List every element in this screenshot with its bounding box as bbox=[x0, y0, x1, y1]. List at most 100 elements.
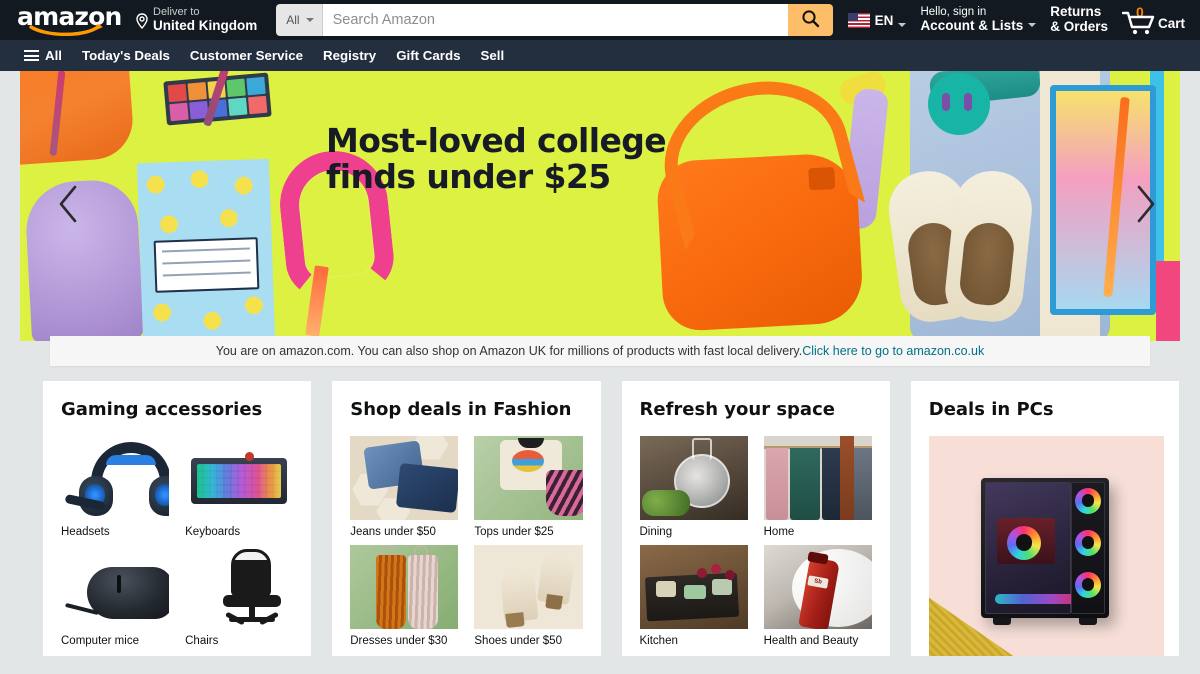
hamburger-menu-icon bbox=[24, 50, 39, 61]
amazon-logo-mark: amazon bbox=[17, 3, 122, 37]
tile-home[interactable]: Home bbox=[763, 435, 872, 540]
shoes-image bbox=[474, 545, 583, 630]
hero-headline-line2: finds under $25 bbox=[326, 156, 611, 196]
hero-headline: Most-loved college finds under $25 bbox=[326, 121, 667, 196]
tile-caption: Health and Beauty bbox=[763, 635, 859, 648]
tops-image bbox=[474, 435, 583, 520]
search-submit-button[interactable] bbox=[787, 4, 833, 36]
tile-keyboards[interactable]: Keyboards bbox=[185, 435, 294, 540]
hero-next-button[interactable] bbox=[1120, 71, 1170, 341]
tile-headsets[interactable]: Headsets bbox=[61, 435, 170, 540]
tile-dresses[interactable]: Dresses under $30 bbox=[350, 545, 459, 649]
search-input[interactable] bbox=[322, 4, 788, 36]
returns-and-orders[interactable]: Returns & Orders bbox=[1043, 3, 1115, 37]
amazon-logo[interactable]: amazon bbox=[10, 3, 126, 37]
search-category-dropdown[interactable]: All bbox=[276, 4, 323, 36]
tile-caption: Home bbox=[763, 525, 795, 538]
dresses-image bbox=[350, 545, 459, 630]
amazon-smile-icon bbox=[29, 23, 105, 36]
card-title: Shop deals in Fashion bbox=[350, 399, 572, 420]
card-title: Refresh your space bbox=[639, 399, 835, 420]
hero-prop-orange-belt-bag bbox=[655, 151, 865, 333]
hero-banner[interactable]: Most-loved college finds under $25 bbox=[20, 71, 1180, 341]
tile-tops[interactable]: Tops under $25 bbox=[474, 435, 583, 540]
tile-caption: Chairs bbox=[185, 635, 219, 648]
tile-caption: Computer mice bbox=[61, 635, 139, 648]
hero-prop-smiley-notebook bbox=[136, 158, 276, 341]
tile-caption: Headsets bbox=[61, 525, 110, 538]
site-header: amazon Deliver to United Kingdom All Sea… bbox=[0, 0, 1200, 40]
chevron-down-icon bbox=[1028, 22, 1037, 27]
tile-chairs[interactable]: Chairs bbox=[185, 545, 294, 649]
chair-image bbox=[185, 545, 294, 630]
search-bar[interactable]: All bbox=[276, 4, 833, 36]
tile-caption: Keyboards bbox=[185, 525, 241, 538]
deliver-to-label: Deliver to bbox=[153, 6, 200, 19]
hero-prev-button[interactable] bbox=[44, 71, 94, 341]
health-beauty-image: Sb bbox=[763, 545, 872, 630]
hero-background bbox=[20, 71, 1180, 341]
content-container: Most-loved college finds under $25 You a… bbox=[20, 71, 1180, 656]
page-body: Most-loved college finds under $25 You a… bbox=[0, 71, 1200, 674]
headset-image bbox=[61, 435, 170, 520]
deliver-to-selector[interactable]: Deliver to United Kingdom bbox=[128, 3, 264, 37]
jeans-image bbox=[350, 435, 459, 520]
card-gaming-accessories: Gaming accessories Headsets Keyboards Co… bbox=[43, 381, 312, 656]
hero-prop-smiley-patch bbox=[928, 73, 990, 135]
deliver-to-country: United Kingdom bbox=[153, 17, 258, 33]
account-greeting: Hello, sign in bbox=[920, 6, 987, 19]
account-label: Account & Lists bbox=[920, 17, 1024, 33]
home-image bbox=[763, 435, 872, 520]
keyboard-image bbox=[185, 435, 294, 520]
tile-caption: Jeans under $50 bbox=[350, 525, 436, 538]
nav-item-customer-service[interactable]: Customer Service bbox=[180, 43, 313, 68]
kitchen-image bbox=[639, 545, 748, 630]
tile-dining[interactable]: Dining bbox=[639, 435, 748, 540]
nav-item-gift-cards[interactable]: Gift Cards bbox=[386, 43, 470, 68]
tile-caption: Dining bbox=[639, 525, 673, 538]
card-shop-deals-in-fashion: Shop deals in Fashion Jeans under $50 To… bbox=[332, 381, 601, 656]
orders-label: & Orders bbox=[1050, 19, 1108, 34]
cart-label: Cart bbox=[1157, 16, 1185, 31]
search-icon bbox=[801, 9, 820, 31]
nav-item-all[interactable]: All bbox=[14, 43, 72, 68]
tile-jeans[interactable]: Jeans under $50 bbox=[350, 435, 459, 540]
language-label: EN bbox=[874, 12, 894, 28]
locale-notice-link[interactable]: Click here to go to amazon.co.uk bbox=[802, 344, 984, 358]
hero-headline-line1: Most-loved college bbox=[326, 121, 667, 160]
us-flag-icon bbox=[847, 12, 870, 28]
chevron-right-icon bbox=[1132, 183, 1158, 230]
tile-health-and-beauty[interactable]: Sb Health and Beauty bbox=[763, 545, 872, 649]
cart-button[interactable]: 0 Cart bbox=[1115, 3, 1192, 37]
tile-shoes[interactable]: Shoes under $50 bbox=[474, 545, 583, 649]
shopping-cart-icon: 0 bbox=[1121, 4, 1156, 35]
card-refresh-your-space: Refresh your space Dining Home Kitchen S… bbox=[621, 381, 890, 656]
account-and-lists[interactable]: Hello, sign in Account & Lists bbox=[913, 3, 1043, 37]
card-title: Deals in PCs bbox=[928, 399, 1054, 420]
chevron-down-icon bbox=[305, 18, 314, 22]
returns-label: Returns bbox=[1050, 4, 1102, 20]
tile-kitchen[interactable]: Kitchen bbox=[639, 545, 748, 649]
category-card-row: Gaming accessories Headsets Keyboards Co… bbox=[43, 381, 1179, 656]
card-tile-grid: Jeans under $50 Tops under $25 Dresses u… bbox=[350, 435, 583, 650]
dining-image bbox=[639, 435, 748, 520]
chevron-left-icon bbox=[56, 183, 82, 230]
locale-notice-text: You are on amazon.com. You can also shop… bbox=[215, 344, 803, 358]
chevron-down-icon bbox=[898, 22, 907, 27]
location-pin-icon bbox=[135, 13, 149, 34]
card-tile-grid: Headsets Keyboards Computer mice Chairs bbox=[61, 435, 294, 650]
nav-item-registry[interactable]: Registry bbox=[313, 43, 386, 68]
mouse-image bbox=[61, 545, 170, 630]
tile-caption: Tops under $25 bbox=[474, 525, 554, 538]
card-deals-in-pcs: Deals in PCs bbox=[910, 381, 1179, 656]
main-navigation: All Today's Deals Customer Service Regis… bbox=[0, 40, 1200, 71]
nav-item-sell[interactable]: Sell bbox=[470, 43, 514, 68]
card-title: Gaming accessories bbox=[61, 399, 263, 420]
pc-tower-image[interactable] bbox=[928, 435, 1164, 656]
nav-item-todays-deals[interactable]: Today's Deals bbox=[72, 43, 180, 68]
locale-notice-bar: You are on amazon.com. You can also shop… bbox=[50, 336, 1150, 366]
language-selector[interactable]: EN bbox=[841, 3, 914, 37]
card-tile-grid: Dining Home Kitchen Sb Health and Beauty bbox=[639, 435, 872, 650]
tile-caption: Shoes under $50 bbox=[474, 635, 562, 648]
tile-computer-mice[interactable]: Computer mice bbox=[61, 545, 170, 649]
